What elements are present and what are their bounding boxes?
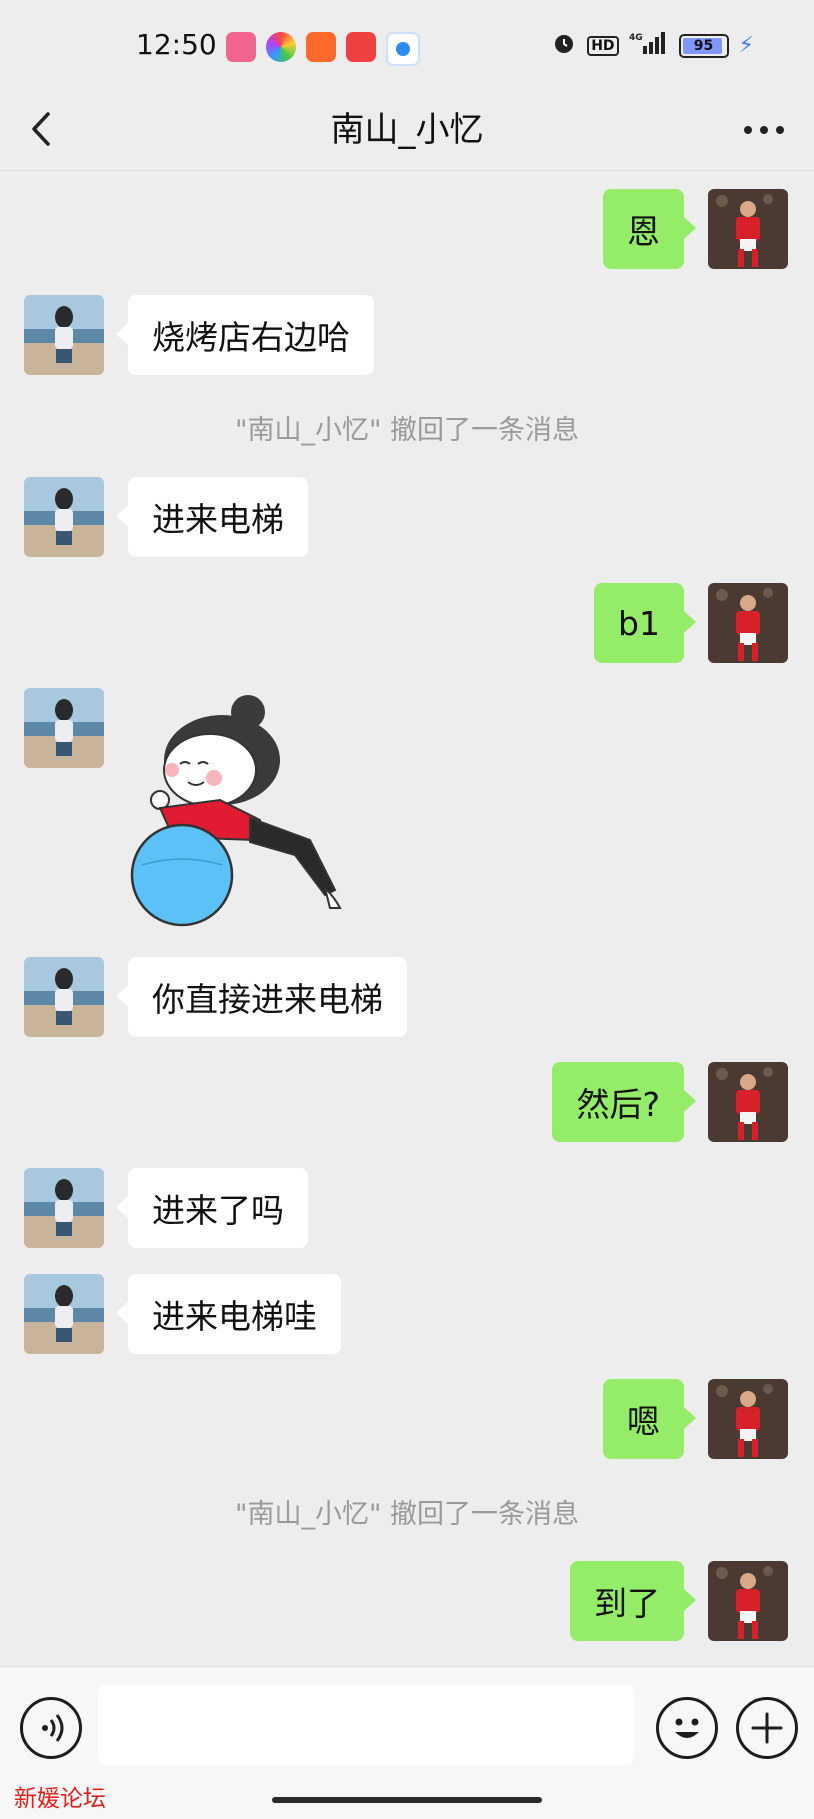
message-bubble-outgoing[interactable]: 嗯 bbox=[603, 1379, 696, 1459]
hd-icon: HD bbox=[587, 35, 619, 56]
message-bubble-incoming[interactable]: 进来电梯 bbox=[116, 477, 308, 557]
charging-bolt-icon: ⚡ bbox=[738, 33, 754, 58]
plus-icon bbox=[751, 1712, 783, 1744]
recall-notice: "南山_小忆" 撤回了一条消息 bbox=[235, 1499, 579, 1530]
message-bubble-incoming[interactable]: 进来了吗 bbox=[116, 1168, 308, 1248]
message-bubble-outgoing[interactable]: 然后? bbox=[552, 1062, 696, 1142]
contact-avatar[interactable] bbox=[24, 1168, 104, 1248]
recall-notice: "南山_小忆" 撤回了一条消息 bbox=[235, 415, 579, 446]
battery-level: 95 bbox=[693, 37, 714, 54]
system-status-icons: HD 4G 95 ⚡ bbox=[551, 30, 754, 61]
colorful-app-icon bbox=[266, 32, 296, 62]
battery-icon: 95 bbox=[678, 33, 729, 58]
contact-avatar[interactable] bbox=[24, 477, 104, 557]
input-bar: 新媛论坛 bbox=[0, 1666, 814, 1819]
signal-icon: 4G bbox=[629, 30, 669, 61]
notification-app-icons bbox=[226, 32, 420, 66]
forum-watermark: 新媛论坛 bbox=[14, 1786, 106, 1812]
shopping-app-icon bbox=[306, 32, 336, 62]
toutiao-app-icon bbox=[346, 32, 376, 62]
contact-avatar[interactable] bbox=[24, 688, 104, 768]
chat-title: 南山_小忆 bbox=[330, 110, 484, 150]
message-bubble-incoming[interactable]: 你直接进来电梯 bbox=[116, 957, 407, 1037]
voice-icon bbox=[42, 1714, 64, 1742]
message-input[interactable] bbox=[98, 1685, 634, 1765]
blue-circle-app-icon bbox=[386, 32, 420, 66]
my-avatar[interactable] bbox=[708, 583, 788, 663]
my-avatar[interactable] bbox=[708, 1379, 788, 1459]
chat-header: 南山_小忆 bbox=[0, 92, 814, 171]
message-bubble-outgoing[interactable]: 恩 bbox=[603, 189, 696, 269]
my-avatar[interactable] bbox=[708, 189, 788, 269]
more-dots-icon bbox=[744, 126, 784, 134]
svg-text:4G: 4G bbox=[629, 33, 643, 43]
my-avatar[interactable] bbox=[708, 1062, 788, 1142]
alarm-icon bbox=[551, 30, 577, 61]
status-bar: 12:50 HD 4G 95 ⚡ bbox=[0, 0, 814, 92]
bilibili-app-icon bbox=[226, 32, 256, 62]
home-indicator[interactable] bbox=[272, 1797, 542, 1803]
message-bubble-incoming[interactable]: 进来电梯哇 bbox=[116, 1274, 341, 1354]
more-options-button[interactable] bbox=[740, 110, 788, 150]
emoji-button[interactable] bbox=[656, 1697, 718, 1759]
my-avatar[interactable] bbox=[708, 1561, 788, 1641]
status-time: 12:50 bbox=[136, 28, 217, 61]
message-bubble-incoming[interactable]: 烧烤店右边哈 bbox=[116, 295, 374, 375]
more-functions-button[interactable] bbox=[736, 1697, 798, 1759]
emoji-icon bbox=[675, 1718, 699, 1738]
message-bubble-outgoing[interactable]: b1 bbox=[594, 583, 696, 663]
message-bubble-outgoing[interactable]: 到了 bbox=[570, 1561, 696, 1641]
voice-input-button[interactable] bbox=[20, 1697, 82, 1759]
contact-avatar[interactable] bbox=[24, 1274, 104, 1354]
contact-avatar[interactable] bbox=[24, 957, 104, 1037]
contact-avatar[interactable] bbox=[24, 295, 104, 375]
girl-on-ball-sticker[interactable] bbox=[130, 690, 370, 930]
